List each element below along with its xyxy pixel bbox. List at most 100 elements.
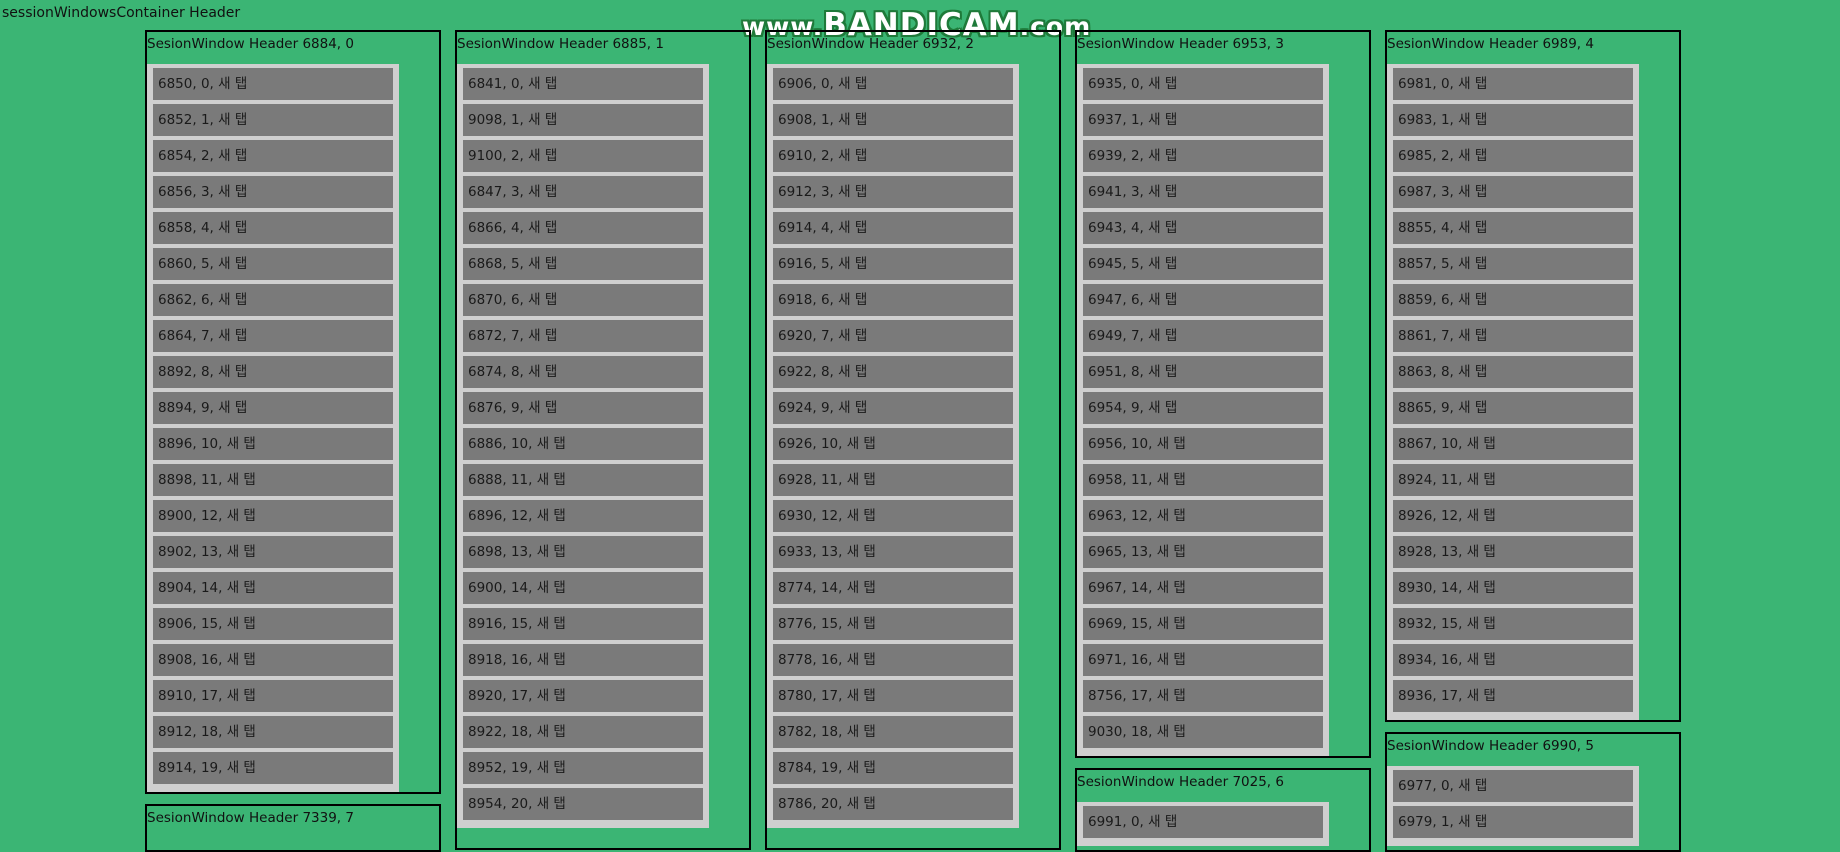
tab-item[interactable]: 6906, 0, 새 탭 [773,68,1013,100]
tab-item[interactable]: 6900, 14, 새 탭 [463,572,703,604]
tab-item[interactable]: 8774, 14, 새 탭 [773,572,1013,604]
tab-item[interactable]: 6852, 1, 새 탭 [153,104,393,136]
tab-item[interactable]: 9098, 1, 새 탭 [463,104,703,136]
tab-item[interactable]: 8863, 8, 새 탭 [1393,356,1633,388]
tab-item[interactable]: 8892, 8, 새 탭 [153,356,393,388]
tab-item[interactable]: 8857, 5, 새 탭 [1393,248,1633,280]
tab-item[interactable]: 6858, 4, 새 탭 [153,212,393,244]
tab-item[interactable]: 8924, 11, 새 탭 [1393,464,1633,496]
tab-item[interactable]: 6898, 13, 새 탭 [463,536,703,568]
tab-item[interactable]: 6868, 5, 새 탭 [463,248,703,280]
tab-item[interactable]: 8922, 18, 새 탭 [463,716,703,748]
tab-item[interactable]: 6963, 12, 새 탭 [1083,500,1323,532]
tab-item[interactable]: 8914, 19, 새 탭 [153,752,393,784]
tab-item[interactable]: 8932, 15, 새 탭 [1393,608,1633,640]
tab-item[interactable]: 6850, 0, 새 탭 [153,68,393,100]
tab-item[interactable]: 6856, 3, 새 탭 [153,176,393,208]
tab-item[interactable]: 8898, 11, 새 탭 [153,464,393,496]
tab-item[interactable]: 6979, 1, 새 탭 [1393,806,1633,838]
tab-item[interactable]: 6870, 6, 새 탭 [463,284,703,316]
tab-item[interactable]: 6924, 9, 새 탭 [773,392,1013,424]
tab-item[interactable]: 6918, 6, 새 탭 [773,284,1013,316]
tab-item[interactable]: 8784, 19, 새 탭 [773,752,1013,784]
tab-item[interactable]: 8859, 6, 새 탭 [1393,284,1633,316]
tab-item[interactable]: 6981, 0, 새 탭 [1393,68,1633,100]
tab-item[interactable]: 6937, 1, 새 탭 [1083,104,1323,136]
tab-item[interactable]: 6930, 12, 새 탭 [773,500,1013,532]
tab-item[interactable]: 8865, 9, 새 탭 [1393,392,1633,424]
tab-item[interactable]: 6847, 3, 새 탭 [463,176,703,208]
tab-item[interactable]: 6939, 2, 새 탭 [1083,140,1323,172]
tab-item[interactable]: 6935, 0, 새 탭 [1083,68,1323,100]
tab-item[interactable]: 8861, 7, 새 탭 [1393,320,1633,352]
tab-item[interactable]: 8918, 16, 새 탭 [463,644,703,676]
tab-item[interactable]: 6991, 0, 새 탭 [1083,806,1323,838]
tab-item[interactable]: 6983, 1, 새 탭 [1393,104,1633,136]
tab-item[interactable]: 6969, 15, 새 탭 [1083,608,1323,640]
tab-item[interactable]: 6985, 2, 새 탭 [1393,140,1633,172]
tab-item[interactable]: 6951, 8, 새 탭 [1083,356,1323,388]
tab-item[interactable]: 6943, 4, 새 탭 [1083,212,1323,244]
tab-item[interactable]: 8782, 18, 새 탭 [773,716,1013,748]
tab-item[interactable]: 6947, 6, 새 탭 [1083,284,1323,316]
tab-item[interactable]: 6967, 14, 새 탭 [1083,572,1323,604]
tab-item[interactable]: 6922, 8, 새 탭 [773,356,1013,388]
tab-item[interactable]: 8936, 17, 새 탭 [1393,680,1633,712]
tab-item[interactable]: 6958, 11, 새 탭 [1083,464,1323,496]
tab-item[interactable]: 6965, 13, 새 탭 [1083,536,1323,568]
tab-item[interactable]: 8896, 10, 새 탭 [153,428,393,460]
tab-item[interactable]: 6916, 5, 새 탭 [773,248,1013,280]
tab-item[interactable]: 6933, 13, 새 탭 [773,536,1013,568]
tab-item[interactable]: 6956, 10, 새 탭 [1083,428,1323,460]
tab-item[interactable]: 8855, 4, 새 탭 [1393,212,1633,244]
tab-item[interactable]: 6860, 5, 새 탭 [153,248,393,280]
tab-item[interactable]: 9030, 18, 새 탭 [1083,716,1323,748]
tab-item[interactable]: 6920, 7, 새 탭 [773,320,1013,352]
tab-item[interactable]: 6926, 10, 새 탭 [773,428,1013,460]
tab-item[interactable]: 6886, 10, 새 탭 [463,428,703,460]
tab-item[interactable]: 8786, 20, 새 탭 [773,788,1013,820]
tab-item[interactable]: 9100, 2, 새 탭 [463,140,703,172]
tab-item[interactable]: 8756, 17, 새 탭 [1083,680,1323,712]
tab-item[interactable]: 6888, 11, 새 탭 [463,464,703,496]
tab-item[interactable]: 6941, 3, 새 탭 [1083,176,1323,208]
tab-item[interactable]: 8778, 16, 새 탭 [773,644,1013,676]
tab-item[interactable]: 8934, 16, 새 탭 [1393,644,1633,676]
tab-item[interactable]: 6872, 7, 새 탭 [463,320,703,352]
tab-item[interactable]: 8906, 15, 새 탭 [153,608,393,640]
tab-item[interactable]: 8916, 15, 새 탭 [463,608,703,640]
tab-item[interactable]: 6874, 8, 새 탭 [463,356,703,388]
tab-item[interactable]: 8954, 20, 새 탭 [463,788,703,820]
tab-item[interactable]: 6914, 4, 새 탭 [773,212,1013,244]
tab-item[interactable]: 6896, 12, 새 탭 [463,500,703,532]
tab-item[interactable]: 8928, 13, 새 탭 [1393,536,1633,568]
tab-item[interactable]: 8894, 9, 새 탭 [153,392,393,424]
tab-item[interactable]: 8900, 12, 새 탭 [153,500,393,532]
tab-item[interactable]: 8930, 14, 새 탭 [1393,572,1633,604]
tab-item[interactable]: 6945, 5, 새 탭 [1083,248,1323,280]
tab-item[interactable]: 6854, 2, 새 탭 [153,140,393,172]
tab-item[interactable]: 8780, 17, 새 탭 [773,680,1013,712]
tab-item[interactable]: 8910, 17, 새 탭 [153,680,393,712]
tab-item[interactable]: 8776, 15, 새 탭 [773,608,1013,640]
tab-item[interactable]: 6866, 4, 새 탭 [463,212,703,244]
tab-item[interactable]: 6928, 11, 새 탭 [773,464,1013,496]
tab-item[interactable]: 8867, 10, 새 탭 [1393,428,1633,460]
tab-item[interactable]: 6908, 1, 새 탭 [773,104,1013,136]
tab-item[interactable]: 6971, 16, 새 탭 [1083,644,1323,676]
tab-item[interactable]: 6864, 7, 새 탭 [153,320,393,352]
tab-item[interactable]: 6912, 3, 새 탭 [773,176,1013,208]
tab-item[interactable]: 8902, 13, 새 탭 [153,536,393,568]
tab-item[interactable]: 8926, 12, 새 탭 [1393,500,1633,532]
tab-item[interactable]: 8904, 14, 새 탭 [153,572,393,604]
tab-item[interactable]: 6977, 0, 새 탭 [1393,770,1633,802]
tab-item[interactable]: 6949, 7, 새 탭 [1083,320,1323,352]
tab-item[interactable]: 8912, 18, 새 탭 [153,716,393,748]
tab-item[interactable]: 8908, 16, 새 탭 [153,644,393,676]
tab-item[interactable]: 8920, 17, 새 탭 [463,680,703,712]
tab-item[interactable]: 6862, 6, 새 탭 [153,284,393,316]
tab-item[interactable]: 8952, 19, 새 탭 [463,752,703,784]
tab-item[interactable]: 6841, 0, 새 탭 [463,68,703,100]
tab-item[interactable]: 6876, 9, 새 탭 [463,392,703,424]
tab-item[interactable]: 6987, 3, 새 탭 [1393,176,1633,208]
